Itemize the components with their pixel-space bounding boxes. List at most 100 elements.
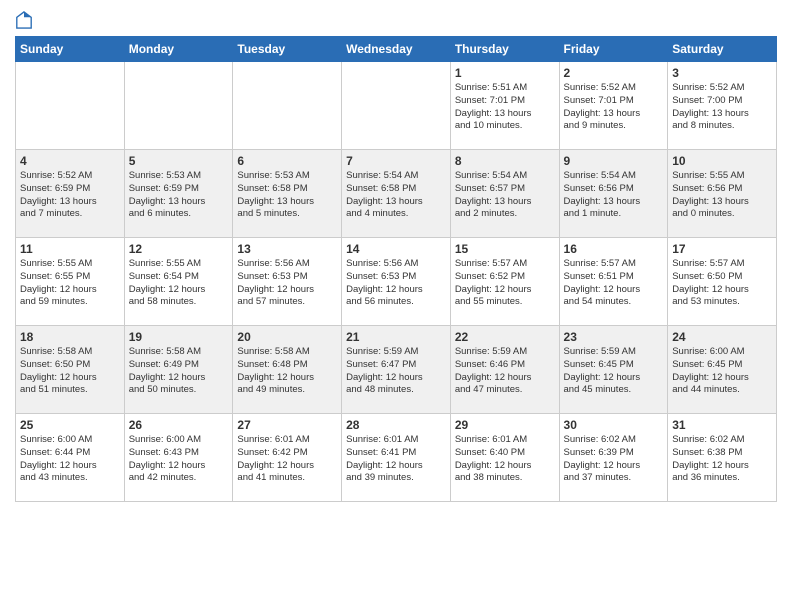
cell-content: Sunrise: 5:59 AM Sunset: 6:45 PM Dayligh… bbox=[564, 346, 664, 397]
page-header bbox=[15, 10, 777, 30]
calendar-cell bbox=[16, 62, 125, 150]
cell-content: Sunrise: 6:02 AM Sunset: 6:39 PM Dayligh… bbox=[564, 434, 664, 485]
day-number: 17 bbox=[672, 242, 772, 256]
calendar-cell: 27 Sunrise: 6:01 AM Sunset: 6:42 PM Dayli… bbox=[233, 414, 342, 502]
calendar-cell: 18Sunrise: 5:58 AM Sunset: 6:50 PM Dayli… bbox=[16, 326, 125, 414]
calendar-cell bbox=[124, 62, 233, 150]
calendar-header: SundayMondayTuesdayWednesdayThursdayFrid… bbox=[16, 37, 777, 62]
day-number: 20 bbox=[237, 330, 337, 344]
cell-content: Sunrise: 5:53 AM Sunset: 6:58 PM Dayligh… bbox=[237, 170, 337, 221]
cell-content: Sunrise: 6:02 AM Sunset: 6:38 PM Dayligh… bbox=[672, 434, 772, 485]
calendar-cell: 31 Sunrise: 6:02 AM Sunset: 6:38 PM Dayli… bbox=[668, 414, 777, 502]
cell-content: Sunrise: 5:56 AM Sunset: 6:53 PM Dayligh… bbox=[237, 258, 337, 309]
day-number: 5 bbox=[129, 154, 229, 168]
calendar-week-4: 18Sunrise: 5:58 AM Sunset: 6:50 PM Dayli… bbox=[16, 326, 777, 414]
day-number: 12 bbox=[129, 242, 229, 256]
calendar-cell: 1 Sunrise: 5:51 AM Sunset: 7:01 PM Daylig… bbox=[450, 62, 559, 150]
header-cell-wednesday: Wednesday bbox=[342, 37, 451, 62]
day-number: 23 bbox=[564, 330, 664, 344]
day-number: 16 bbox=[564, 242, 664, 256]
calendar-table: SundayMondayTuesdayWednesdayThursdayFrid… bbox=[15, 36, 777, 502]
calendar-cell: 16 Sunrise: 5:57 AM Sunset: 6:51 PM Dayli… bbox=[559, 238, 668, 326]
cell-content: Sunrise: 5:52 AM Sunset: 7:01 PM Dayligh… bbox=[564, 82, 664, 133]
day-number: 13 bbox=[237, 242, 337, 256]
calendar-cell: 8 Sunrise: 5:54 AM Sunset: 6:57 PM Daylig… bbox=[450, 150, 559, 238]
header-cell-thursday: Thursday bbox=[450, 37, 559, 62]
calendar-cell: 14Sunrise: 5:56 AM Sunset: 6:53 PM Dayli… bbox=[342, 238, 451, 326]
calendar-cell: 3Sunrise: 5:52 AM Sunset: 7:00 PM Daylig… bbox=[668, 62, 777, 150]
calendar-cell: 5 Sunrise: 5:53 AM Sunset: 6:59 PM Daylig… bbox=[124, 150, 233, 238]
day-number: 10 bbox=[672, 154, 772, 168]
calendar-body: 1 Sunrise: 5:51 AM Sunset: 7:01 PM Daylig… bbox=[16, 62, 777, 502]
header-cell-sunday: Sunday bbox=[16, 37, 125, 62]
day-number: 19 bbox=[129, 330, 229, 344]
calendar-cell: 20Sunrise: 5:58 AM Sunset: 6:48 PM Dayli… bbox=[233, 326, 342, 414]
calendar-cell: 6 Sunrise: 5:53 AM Sunset: 6:58 PM Daylig… bbox=[233, 150, 342, 238]
day-number: 1 bbox=[455, 66, 555, 80]
calendar-cell: 2 Sunrise: 5:52 AM Sunset: 7:01 PM Daylig… bbox=[559, 62, 668, 150]
calendar-cell: 15 Sunrise: 5:57 AM Sunset: 6:52 PM Dayli… bbox=[450, 238, 559, 326]
calendar-cell: 19 Sunrise: 5:58 AM Sunset: 6:49 PM Dayli… bbox=[124, 326, 233, 414]
calendar-cell: 11Sunrise: 5:55 AM Sunset: 6:55 PM Dayli… bbox=[16, 238, 125, 326]
cell-content: Sunrise: 5:57 AM Sunset: 6:51 PM Dayligh… bbox=[564, 258, 664, 309]
cell-content: Sunrise: 5:52 AM Sunset: 7:00 PM Dayligh… bbox=[672, 82, 772, 133]
cell-content: Sunrise: 5:53 AM Sunset: 6:59 PM Dayligh… bbox=[129, 170, 229, 221]
calendar-cell: 10 Sunrise: 5:55 AM Sunset: 6:56 PM Dayli… bbox=[668, 150, 777, 238]
cell-content: Sunrise: 5:57 AM Sunset: 6:52 PM Dayligh… bbox=[455, 258, 555, 309]
cell-content: Sunrise: 5:55 AM Sunset: 6:55 PM Dayligh… bbox=[20, 258, 120, 309]
header-cell-friday: Friday bbox=[559, 37, 668, 62]
logo-icon bbox=[15, 10, 33, 30]
header-cell-saturday: Saturday bbox=[668, 37, 777, 62]
cell-content: Sunrise: 5:57 AM Sunset: 6:50 PM Dayligh… bbox=[672, 258, 772, 309]
day-number: 8 bbox=[455, 154, 555, 168]
cell-content: Sunrise: 6:00 AM Sunset: 6:45 PM Dayligh… bbox=[672, 346, 772, 397]
day-number: 24 bbox=[672, 330, 772, 344]
calendar-week-1: 1 Sunrise: 5:51 AM Sunset: 7:01 PM Daylig… bbox=[16, 62, 777, 150]
day-number: 4 bbox=[20, 154, 120, 168]
calendar-cell: 9 Sunrise: 5:54 AM Sunset: 6:56 PM Daylig… bbox=[559, 150, 668, 238]
day-number: 22 bbox=[455, 330, 555, 344]
cell-content: Sunrise: 5:55 AM Sunset: 6:54 PM Dayligh… bbox=[129, 258, 229, 309]
header-cell-monday: Monday bbox=[124, 37, 233, 62]
day-number: 9 bbox=[564, 154, 664, 168]
calendar-cell: 25 Sunrise: 6:00 AM Sunset: 6:44 PM Dayli… bbox=[16, 414, 125, 502]
cell-content: Sunrise: 5:59 AM Sunset: 6:46 PM Dayligh… bbox=[455, 346, 555, 397]
day-number: 26 bbox=[129, 418, 229, 432]
cell-content: Sunrise: 5:51 AM Sunset: 7:01 PM Dayligh… bbox=[455, 82, 555, 133]
day-number: 15 bbox=[455, 242, 555, 256]
calendar-cell bbox=[233, 62, 342, 150]
calendar-cell: 12 Sunrise: 5:55 AM Sunset: 6:54 PM Dayli… bbox=[124, 238, 233, 326]
header-row: SundayMondayTuesdayWednesdayThursdayFrid… bbox=[16, 37, 777, 62]
calendar-cell: 29Sunrise: 6:01 AM Sunset: 6:40 PM Dayli… bbox=[450, 414, 559, 502]
cell-content: Sunrise: 6:01 AM Sunset: 6:42 PM Dayligh… bbox=[237, 434, 337, 485]
calendar-cell: 17 Sunrise: 5:57 AM Sunset: 6:50 PM Dayli… bbox=[668, 238, 777, 326]
header-cell-tuesday: Tuesday bbox=[233, 37, 342, 62]
calendar-cell: 21Sunrise: 5:59 AM Sunset: 6:47 PM Dayli… bbox=[342, 326, 451, 414]
calendar-cell: 4 Sunrise: 5:52 AM Sunset: 6:59 PM Daylig… bbox=[16, 150, 125, 238]
calendar-cell bbox=[342, 62, 451, 150]
cell-content: Sunrise: 5:54 AM Sunset: 6:56 PM Dayligh… bbox=[564, 170, 664, 221]
day-number: 31 bbox=[672, 418, 772, 432]
calendar-cell: 7Sunrise: 5:54 AM Sunset: 6:58 PM Daylig… bbox=[342, 150, 451, 238]
calendar-cell: 24 Sunrise: 6:00 AM Sunset: 6:45 PM Dayli… bbox=[668, 326, 777, 414]
calendar-cell: 22 Sunrise: 5:59 AM Sunset: 6:46 PM Dayli… bbox=[450, 326, 559, 414]
cell-content: Sunrise: 5:54 AM Sunset: 6:57 PM Dayligh… bbox=[455, 170, 555, 221]
day-number: 27 bbox=[237, 418, 337, 432]
day-number: 25 bbox=[20, 418, 120, 432]
day-number: 2 bbox=[564, 66, 664, 80]
day-number: 29 bbox=[455, 418, 555, 432]
cell-content: Sunrise: 6:00 AM Sunset: 6:44 PM Dayligh… bbox=[20, 434, 120, 485]
day-number: 21 bbox=[346, 330, 446, 344]
day-number: 14 bbox=[346, 242, 446, 256]
day-number: 6 bbox=[237, 154, 337, 168]
calendar-week-5: 25 Sunrise: 6:00 AM Sunset: 6:44 PM Dayli… bbox=[16, 414, 777, 502]
logo bbox=[15, 10, 37, 30]
calendar-cell: 26Sunrise: 6:00 AM Sunset: 6:43 PM Dayli… bbox=[124, 414, 233, 502]
day-number: 28 bbox=[346, 418, 446, 432]
cell-content: Sunrise: 5:55 AM Sunset: 6:56 PM Dayligh… bbox=[672, 170, 772, 221]
cell-content: Sunrise: 5:58 AM Sunset: 6:50 PM Dayligh… bbox=[20, 346, 120, 397]
cell-content: Sunrise: 5:52 AM Sunset: 6:59 PM Dayligh… bbox=[20, 170, 120, 221]
calendar-cell: 28Sunrise: 6:01 AM Sunset: 6:41 PM Dayli… bbox=[342, 414, 451, 502]
cell-content: Sunrise: 5:58 AM Sunset: 6:49 PM Dayligh… bbox=[129, 346, 229, 397]
calendar-cell: 23 Sunrise: 5:59 AM Sunset: 6:45 PM Dayli… bbox=[559, 326, 668, 414]
